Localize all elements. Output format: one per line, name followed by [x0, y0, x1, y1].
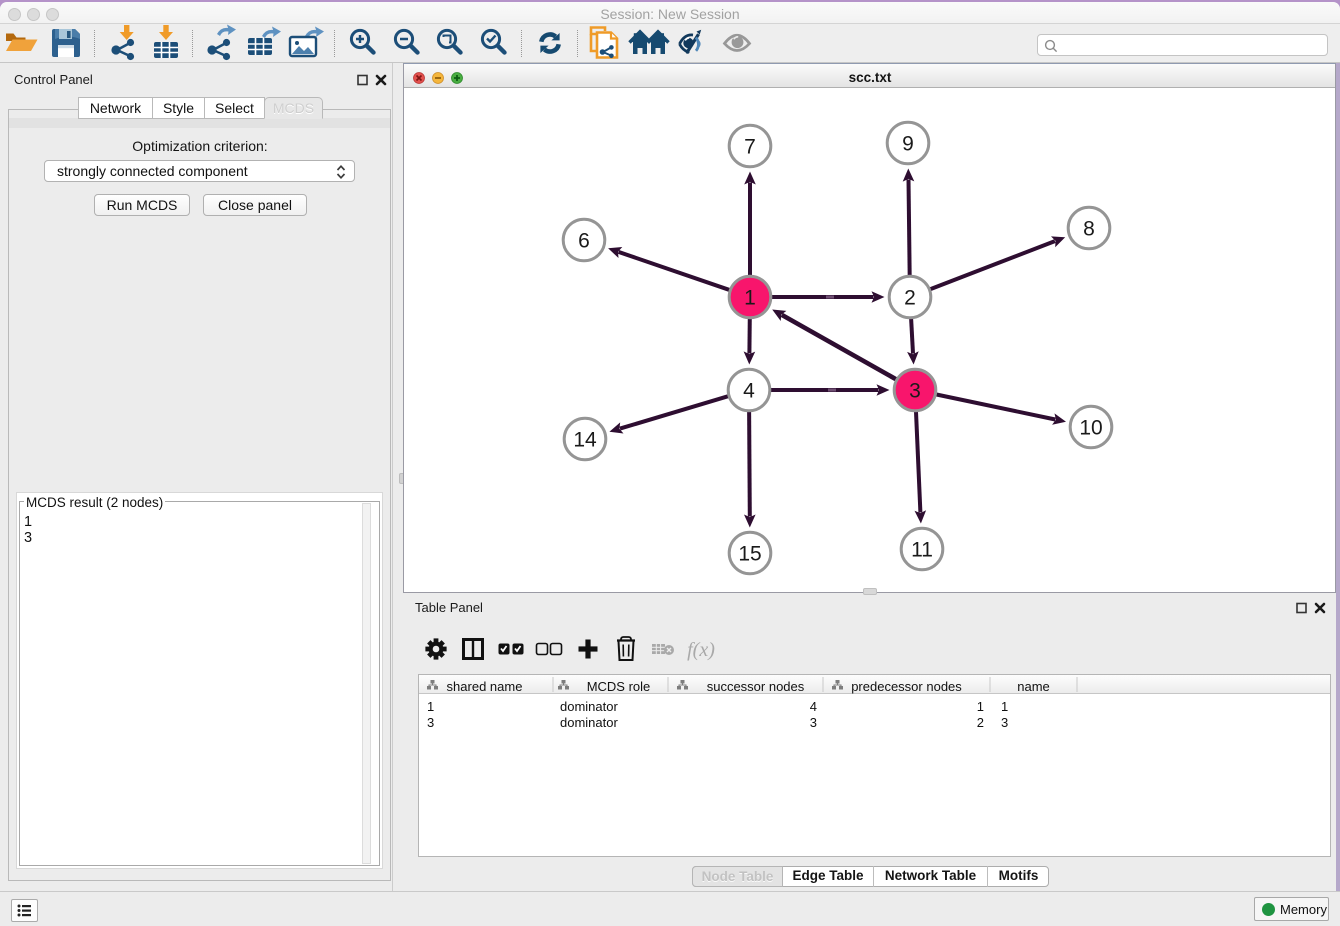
svg-text:6: 6 — [578, 230, 590, 253]
svg-text:10: 10 — [1079, 417, 1102, 440]
svg-text:9: 9 — [902, 133, 914, 156]
svg-text:8: 8 — [1083, 218, 1095, 241]
svg-text:11: 11 — [911, 539, 933, 562]
svg-text:f(x): f(x) — [687, 639, 715, 661]
svg-text:15: 15 — [738, 543, 761, 566]
svg-text:7: 7 — [744, 136, 756, 159]
svg-text:1: 1 — [744, 287, 756, 310]
svg-text:4: 4 — [743, 380, 755, 403]
svg-text:2: 2 — [904, 287, 916, 310]
svg-text:14: 14 — [573, 429, 597, 452]
svg-text:3: 3 — [909, 380, 921, 403]
